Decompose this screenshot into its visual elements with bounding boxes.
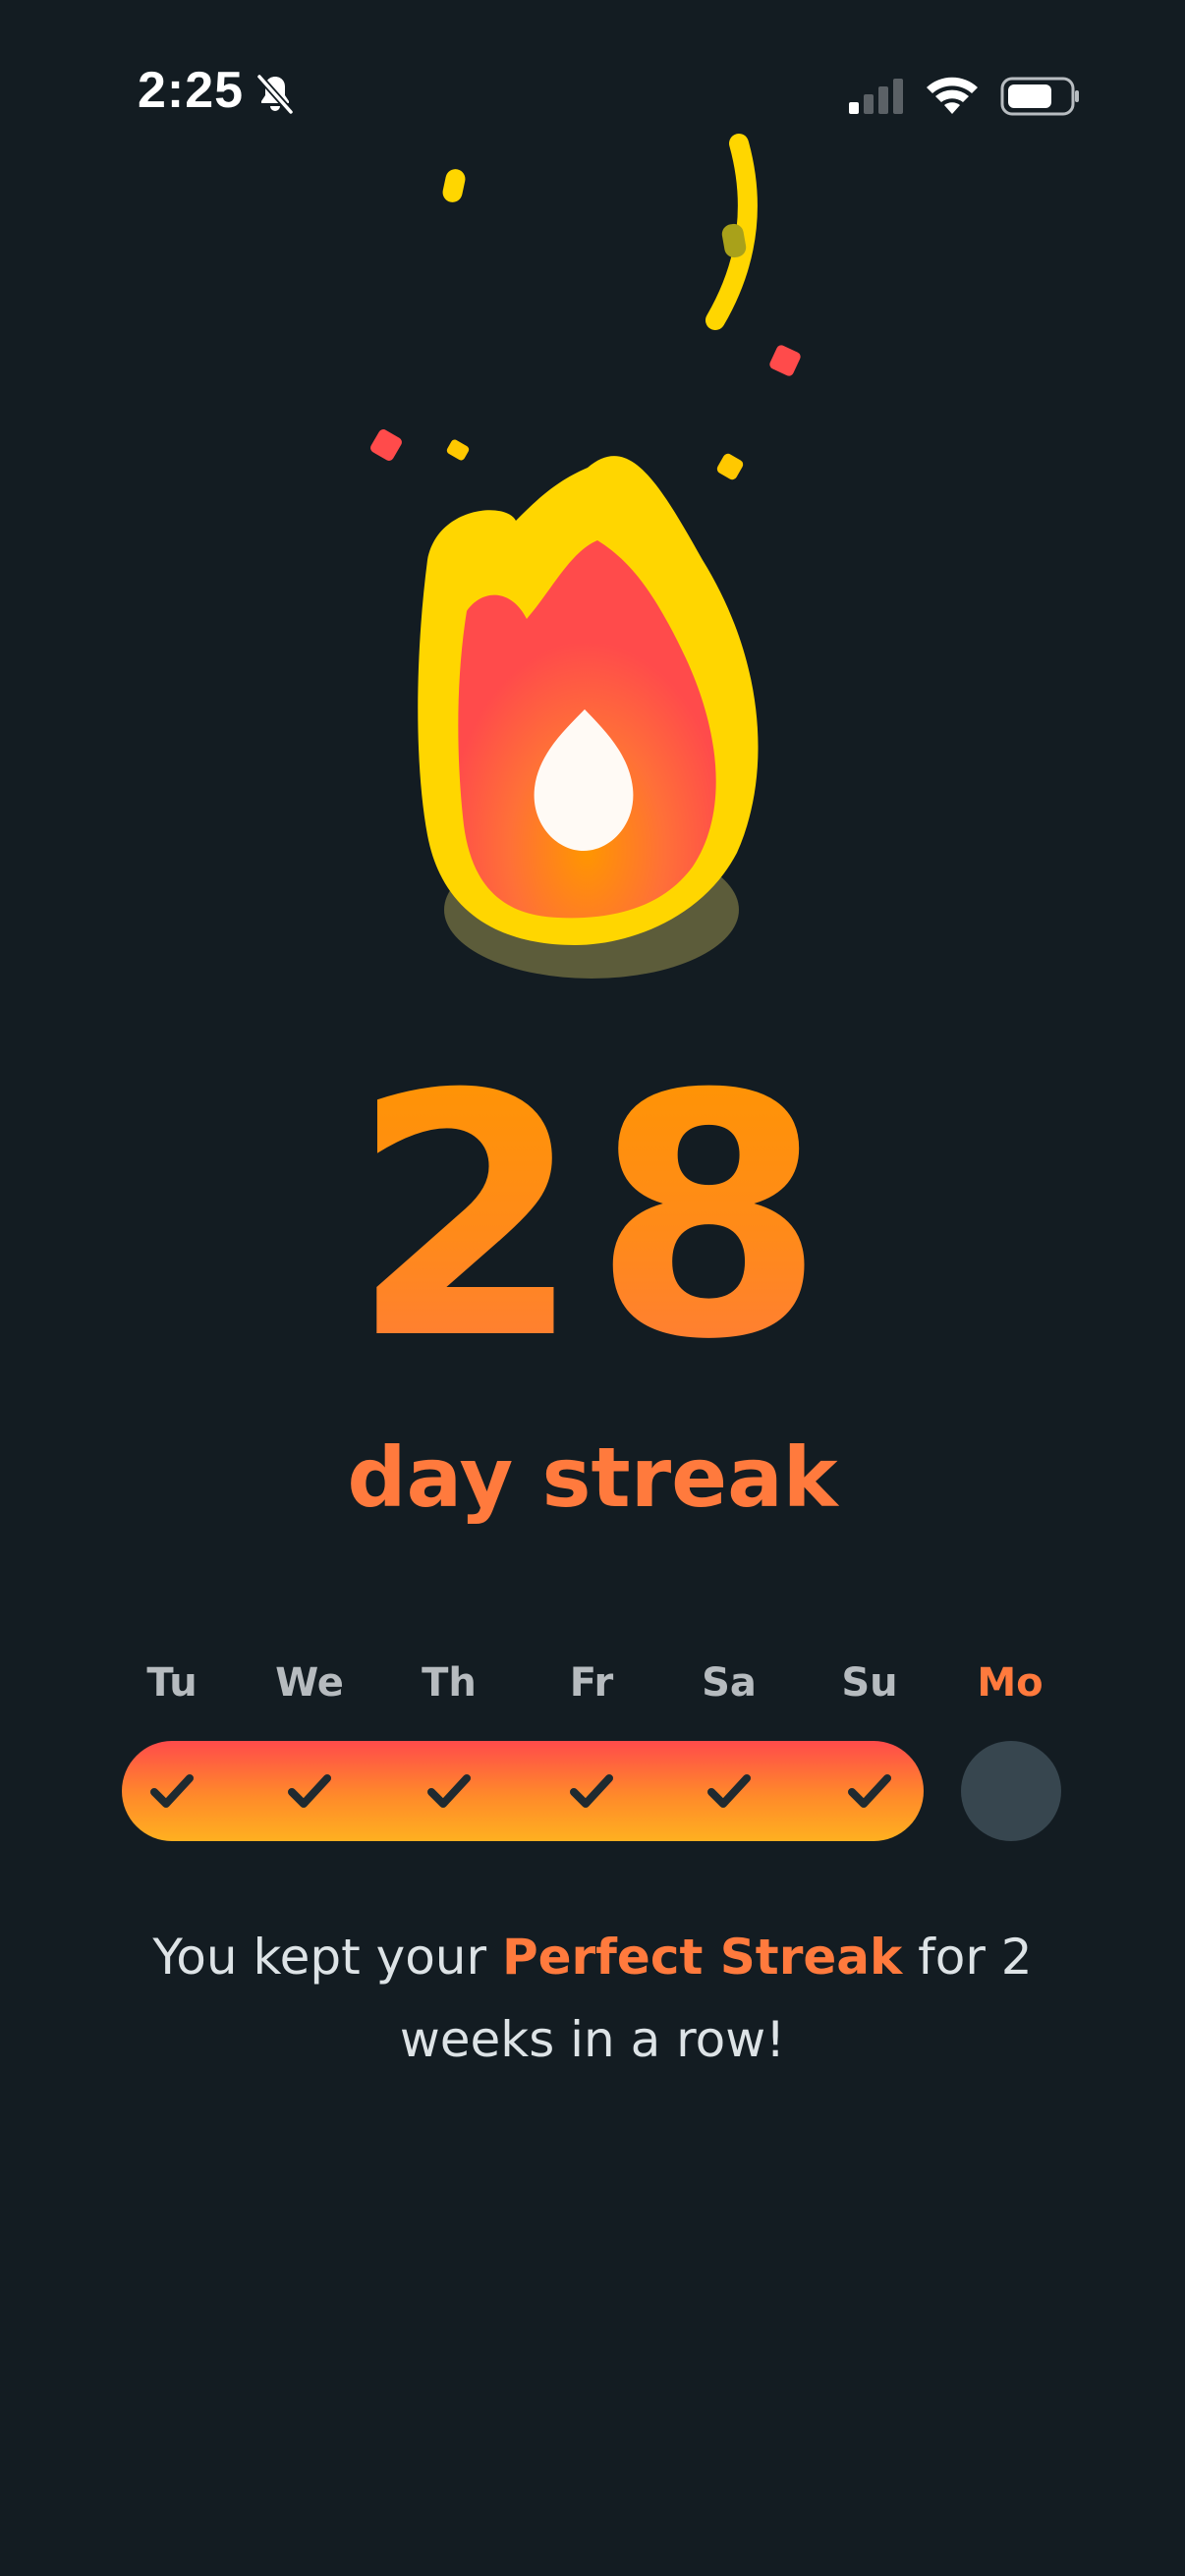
streak-count: 28	[0, 1041, 1185, 1395]
check-icon	[150, 1774, 194, 1808]
day-label-mo: Mo	[977, 1660, 1044, 1706]
day-label-fr: Fr	[569, 1660, 614, 1706]
day-label-tu: Tu	[146, 1660, 198, 1706]
check-icon	[570, 1774, 613, 1808]
day-label-sa: Sa	[702, 1660, 757, 1706]
completed-days-bar	[122, 1741, 924, 1841]
check-icon	[427, 1774, 471, 1808]
streak-message: You kept your Perfect Streak for 2 weeks…	[128, 1916, 1057, 2081]
message-highlight: Perfect Streak	[501, 1929, 903, 1986]
day-label-we: We	[275, 1660, 344, 1706]
check-icon	[288, 1774, 331, 1808]
message-prefix: You kept your	[152, 1929, 502, 1986]
today-pending-dot	[961, 1741, 1061, 1841]
streak-label: day streak	[347, 1429, 838, 1526]
day-label-su: Su	[841, 1660, 898, 1706]
fire-icon	[418, 456, 759, 979]
day-label-th: Th	[422, 1660, 477, 1706]
check-icon	[707, 1774, 751, 1808]
check-icon	[848, 1774, 891, 1808]
weekly-streak-tracker: Tu We Th Fr Sa Su Mo	[122, 1651, 1065, 1847]
